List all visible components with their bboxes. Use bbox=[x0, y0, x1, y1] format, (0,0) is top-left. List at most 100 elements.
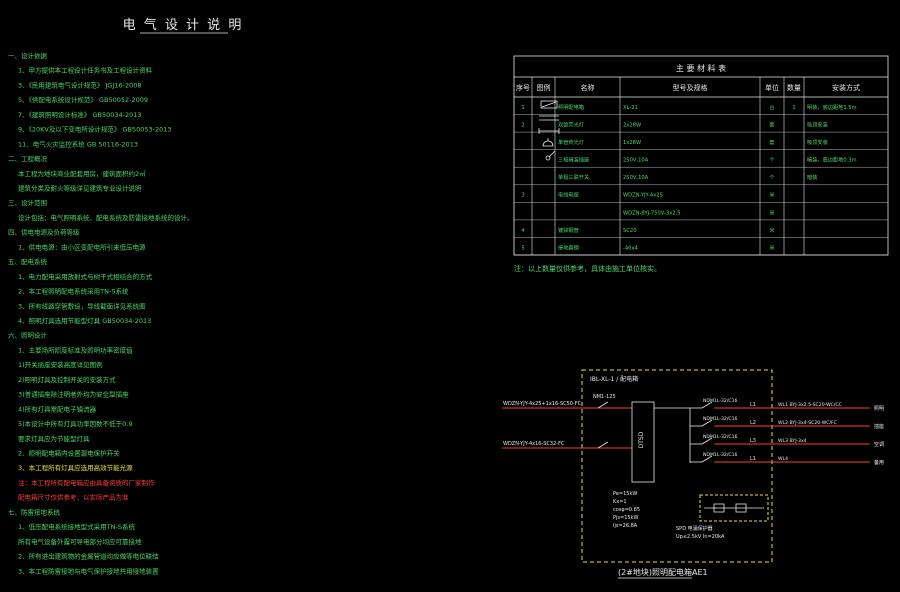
table-cell: 米 bbox=[769, 208, 775, 216]
table-cell: 米 bbox=[769, 243, 775, 251]
table-header-cell: 安装方式 bbox=[832, 83, 860, 92]
load-parameter: Pjs=15kW bbox=[613, 515, 638, 521]
table-cell: 1 bbox=[792, 105, 795, 111]
incoming-cable-2: WDZN-YJY-4x16-SC32-FC bbox=[503, 441, 565, 447]
table-cell: 250V,10A bbox=[623, 158, 649, 164]
table-cell: 明装，底边距地1.5m bbox=[807, 103, 857, 111]
note-line: 六、照明设计 bbox=[8, 331, 48, 340]
table-note: 注：以上数量仅供参考，具体由施工单位核实。 bbox=[514, 264, 661, 273]
note-line: 所有电气设备外露可导电部分均应可靠接地 bbox=[18, 537, 142, 546]
circuit-cable: WL2 BYJ-3x4-SC20-WC/FC bbox=[778, 420, 837, 426]
note-line: 设计包括：电气照明系统、配电系统及防雷接地系统的设计。 bbox=[18, 213, 194, 222]
table-header-cell: 数量 bbox=[787, 83, 801, 92]
circuit-load: 照明 bbox=[874, 406, 884, 412]
note-line: 五、配电系统 bbox=[8, 257, 48, 266]
table-header-cell: 名称 bbox=[581, 83, 595, 92]
table-cell: 接地扁钢 bbox=[558, 243, 579, 251]
meter-label: DTSD bbox=[638, 431, 645, 448]
table-cell: 单管荧光灯 bbox=[558, 138, 584, 146]
table-cell: 电线电缆 bbox=[558, 191, 579, 199]
note-line: 三、设计范围 bbox=[8, 198, 47, 207]
note-line: 5、《供配电系统设计规范》 GB50052-2009 bbox=[18, 95, 148, 104]
circuit-load: 空调 bbox=[874, 441, 884, 448]
note-line: 3、本工程所有灯具应选用高效节能光源 bbox=[18, 463, 133, 472]
note-line: 3、所有线路穿管敷设，导线截面详见系统图 bbox=[18, 301, 146, 310]
table-cell: WDZN-YJY-4x25 bbox=[623, 193, 663, 199]
note-line: 2、本工程照明配电系统采用TN-S系统 bbox=[18, 287, 129, 296]
table-cell: 暗装 bbox=[807, 173, 817, 181]
table-cell: 套 bbox=[769, 121, 775, 129]
box-label: IBL-XL-1 / 配电箱 bbox=[590, 375, 638, 383]
table-cell: -40x4 bbox=[623, 245, 639, 251]
table-cell: 个 bbox=[769, 174, 775, 181]
circuit-breaker-label: NDM1L-32/C16 bbox=[703, 416, 738, 422]
table-cell: 镀锌钢管 bbox=[558, 226, 579, 234]
note-line: 1、低压配电系统接地型式采用TN-S系统 bbox=[18, 522, 135, 531]
note-line: 七、防雷接地系统 bbox=[8, 507, 61, 516]
table-header-cell: 图例 bbox=[537, 83, 551, 92]
spd-note: Up≤2.5kV In=20kA bbox=[676, 534, 725, 540]
table-cell: SC20 bbox=[623, 228, 637, 234]
note-line: 4)所有灯具需配电子镇流器 bbox=[18, 404, 97, 413]
table-title: 主 要 材 料 表 bbox=[676, 63, 726, 73]
note-line: 1、主要场所照度标准及照明功率密度值 bbox=[18, 345, 133, 354]
page-title: 电 气 设 计 说 明 bbox=[123, 17, 244, 33]
load-parameter: Ijs=26.8A bbox=[613, 523, 638, 529]
note-line: 建筑分类及耐火等级详见建筑专业设计说明 bbox=[18, 184, 142, 193]
note-line: 5)本设计中所有灯具功率因数不低于0.9 bbox=[18, 419, 133, 428]
circuit-phase: L3 bbox=[750, 438, 756, 444]
table-cell: 2x28W bbox=[623, 123, 641, 129]
table-cell: 吸顶安装 bbox=[807, 121, 828, 129]
note-line: 配电箱尺寸仅供参考，以实际产品为准 bbox=[18, 493, 129, 502]
electrical-drawing-canvas: 电 气 设 计 说 明 一、设计依据 1、甲方提供本工程设计任务书及工程设计资料 3… bbox=[0, 0, 900, 592]
note-line: 1、甲方提供本工程设计任务书及工程设计资料 bbox=[18, 66, 153, 75]
note-line: 1)开关插座安装高度详见图例 bbox=[18, 360, 103, 369]
table-cell: 台 bbox=[769, 103, 774, 111]
circuit-cable: WL1 BYJ-3x2.5-SC20-WC/CC bbox=[778, 402, 842, 408]
note-line: 本工程为地块商业配套用房，建筑面积约2㎡ bbox=[18, 169, 146, 178]
circuit-breaker-label: NDM1L-32/C16 bbox=[703, 434, 738, 440]
main-breaker-label: NM1-125 bbox=[593, 394, 616, 400]
note-line: 9、《20KV及以下变电所设计规范》 GB50053-2013 bbox=[18, 125, 172, 134]
load-parameter: cosφ=0.85 bbox=[613, 507, 640, 513]
table-cell: 双管荧光灯 bbox=[558, 121, 584, 129]
note-line: 一、设计依据 bbox=[8, 51, 48, 60]
table-header-cell: 型号及规格 bbox=[673, 83, 708, 92]
note-line: 四、供电电源及负荷等级 bbox=[8, 228, 80, 237]
incoming-cable-1: WDZN-YJY-4x25+1x16-SC50-FC bbox=[503, 401, 582, 407]
table-cell: 5 bbox=[521, 245, 524, 251]
table-cell: XL-21 bbox=[623, 105, 638, 111]
table-cell: 照明配电箱 bbox=[558, 103, 584, 111]
table-cell: 3 bbox=[521, 193, 524, 199]
circuit-cable: WL3 BYJ-3x4 bbox=[778, 438, 807, 444]
table-header-cell: 单位 bbox=[765, 83, 779, 92]
circuit-load: 插座 bbox=[874, 423, 884, 430]
circuit-load: 备用 bbox=[874, 459, 884, 466]
table-cell: 米 bbox=[769, 191, 775, 199]
spd-label: SPD 电涌保护器 bbox=[676, 525, 713, 532]
note-line: 要求灯具应为节能型灯具 bbox=[18, 434, 90, 443]
table-cell: 套 bbox=[769, 138, 775, 146]
circuit-phase: L1 bbox=[750, 402, 756, 408]
table-cell: 吸顶安装 bbox=[807, 138, 828, 146]
note-line: 1、供电电源：由小区变配电所引来低压电源 bbox=[18, 242, 146, 251]
circuit-phase: L2 bbox=[750, 420, 756, 426]
table-cell: 米 bbox=[769, 226, 775, 234]
note-line: 3、《民用建筑电气设计规范》 JGJ16-2008 bbox=[18, 80, 141, 89]
note-line: 4、照明灯具选用节能型灯具 GB50034-2013 bbox=[18, 316, 151, 325]
note-line: 11、电气火灾监控系统 GB 50116-2013 bbox=[18, 139, 138, 148]
table-cell: 1 bbox=[521, 105, 524, 111]
note-line: 2、照明配电箱内设置漏电保护开关 bbox=[18, 449, 120, 458]
table-cell: 暗装，底边距地0.3m bbox=[807, 156, 857, 164]
note-line: 2、所有进出建筑物的金属管道均应做等电位联结 bbox=[18, 552, 159, 561]
circuit-cable: WL4 bbox=[778, 456, 788, 462]
table-cell: 250V,10A bbox=[623, 175, 649, 181]
table-cell: 1x28W bbox=[623, 140, 641, 146]
note-line: 7、《建筑照明设计标准》 GB50034-2013 bbox=[18, 110, 142, 119]
load-parameter: Kx=1 bbox=[613, 499, 627, 505]
table-cell: 单极三联开关 bbox=[558, 173, 589, 181]
table-cell: 三极暗装插座 bbox=[558, 156, 589, 164]
note-line: 注：本工程所有配电箱应由具备资质的厂家制作 bbox=[18, 478, 155, 487]
load-parameter: Pe=15kW bbox=[613, 491, 637, 497]
note-line: 3)普通插座除注明者外均为安全型插座 bbox=[18, 390, 129, 399]
